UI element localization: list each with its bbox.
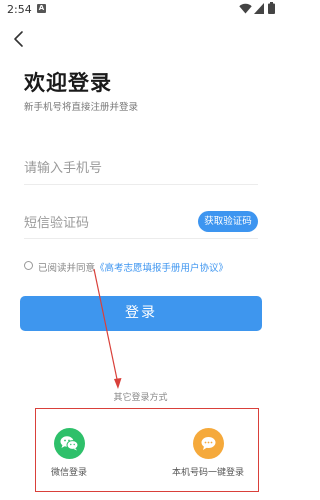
status-time: 2:54 xyxy=(7,3,32,16)
wifi-icon xyxy=(239,3,252,14)
login-button[interactable]: 登录 xyxy=(20,296,262,331)
agree-prefix: 已阅读并同意 xyxy=(38,263,96,274)
signal-icon xyxy=(254,3,264,14)
phone-divider xyxy=(24,184,258,185)
notification-icon: A xyxy=(37,4,46,13)
user-agreement-link[interactable]: 《高考志愿填报手册用户协议》 xyxy=(95,263,228,274)
onekey-login-label[interactable]: 本机号码一键登录 xyxy=(172,465,244,478)
page-subtitle: 新手机号将直接注册并登录 xyxy=(24,102,139,113)
agreement-text: 已阅读并同意《高考志愿填报手册用户协议》 xyxy=(38,260,228,274)
other-login-label: 其它登录方式 xyxy=(113,393,168,403)
code-divider xyxy=(24,238,258,239)
chevron-left-icon[interactable] xyxy=(12,30,26,48)
phone-input[interactable] xyxy=(24,156,256,180)
wechat-login-label[interactable]: 微信登录 xyxy=(51,465,87,478)
status-bar: 2:54 A xyxy=(0,0,281,20)
wechat-icon[interactable] xyxy=(54,428,85,459)
sms-code-input[interactable] xyxy=(24,211,194,235)
chat-bubble-icon[interactable] xyxy=(193,428,224,459)
agree-checkbox[interactable] xyxy=(24,261,33,270)
battery-icon xyxy=(268,2,275,14)
page-title: 欢迎登录 xyxy=(24,71,112,95)
get-code-button[interactable]: 获取验证码 xyxy=(198,211,258,232)
